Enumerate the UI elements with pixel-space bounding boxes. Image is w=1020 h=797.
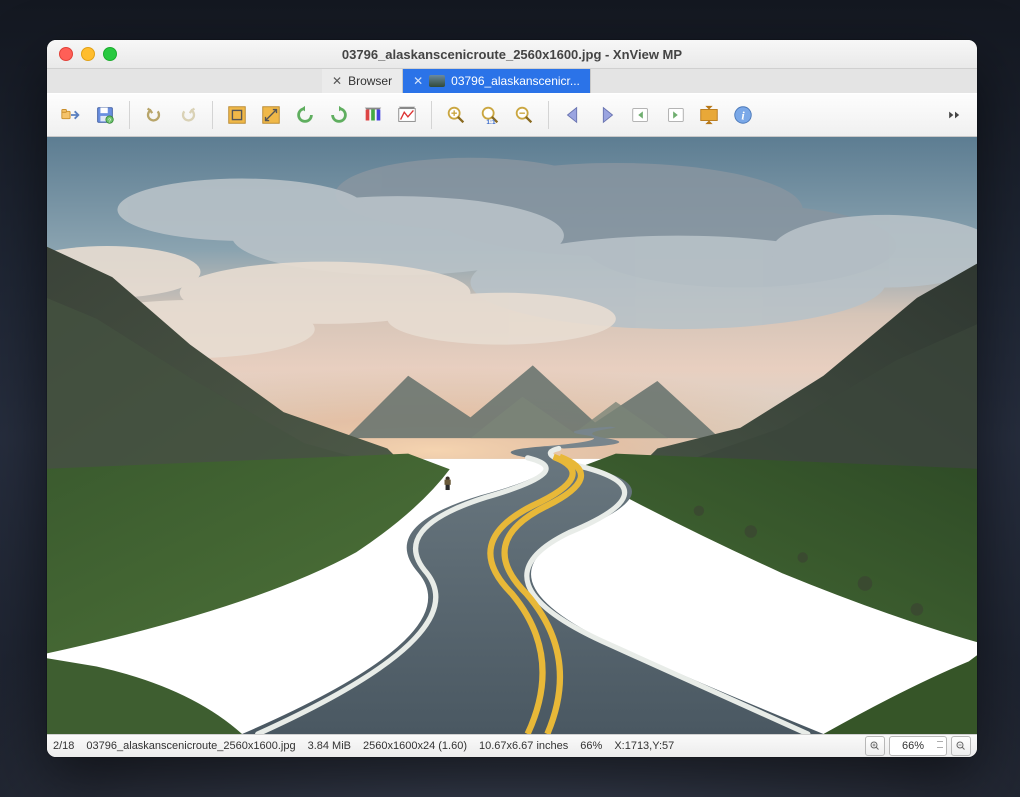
toolbar-separator	[212, 101, 213, 129]
status-dimensions: 2560x1600x24 (1.60)	[363, 740, 467, 752]
window-title: 03796_alaskanscenicroute_2560x1600.jpg -…	[47, 47, 977, 62]
zoom-actual-button[interactable]: 1:1	[476, 101, 504, 129]
resize-button[interactable]	[257, 101, 285, 129]
zoom-out-button[interactable]	[510, 101, 538, 129]
color-adjust-button[interactable]	[359, 101, 387, 129]
last-image-button[interactable]	[661, 101, 689, 129]
svg-text:1:1: 1:1	[486, 119, 496, 126]
status-filename: 03796_alaskanscenicroute_2560x1600.jpg	[86, 740, 295, 752]
browser-button[interactable]	[57, 101, 85, 129]
app-window: 03796_alaskanscenicroute_2560x1600.jpg -…	[47, 40, 977, 757]
svg-text:?: ?	[108, 118, 111, 124]
crop-button[interactable]	[223, 101, 251, 129]
save-button[interactable]: ?	[91, 101, 119, 129]
displayed-image	[47, 137, 977, 734]
rotate-left-button[interactable]	[291, 101, 319, 129]
minimize-window-button[interactable]	[81, 47, 95, 61]
status-filesize: 3.84 MiB	[308, 740, 351, 752]
status-zoom: 66%	[580, 740, 602, 752]
close-window-button[interactable]	[59, 47, 73, 61]
tab-bar: ✕ Browser ✕ 03796_alaskanscenicr...	[47, 69, 977, 93]
toolbar: ? 1:1 i	[47, 93, 977, 137]
titlebar[interactable]: 03796_alaskanscenicroute_2560x1600.jpg -…	[47, 40, 977, 69]
desktop-background: 03796_alaskanscenicroute_2560x1600.jpg -…	[0, 0, 1020, 797]
levels-button[interactable]	[393, 101, 421, 129]
zoom-controls: 66%	[865, 736, 971, 756]
toolbar-separator	[548, 101, 549, 129]
status-cursor-pos: X:1713,Y:57	[614, 740, 674, 752]
first-image-button[interactable]	[627, 101, 655, 129]
fullscreen-button[interactable]	[695, 101, 723, 129]
tab-browser[interactable]: ✕ Browser	[322, 69, 403, 93]
tab-label: 03796_alaskanscenicr...	[451, 74, 580, 88]
close-tab-icon[interactable]: ✕	[413, 74, 423, 88]
tab-image-active[interactable]: ✕ 03796_alaskanscenicr...	[403, 69, 591, 93]
status-print-size: 10.67x6.67 inches	[479, 740, 568, 752]
prev-image-button[interactable]	[559, 101, 587, 129]
redo-button[interactable]	[174, 101, 202, 129]
status-zoom-in-button[interactable]	[865, 736, 885, 756]
status-zoom-out-button[interactable]	[951, 736, 971, 756]
toolbar-overflow-button[interactable]	[943, 103, 967, 127]
tab-thumbnail-icon	[429, 75, 445, 87]
close-tab-icon[interactable]: ✕	[332, 74, 342, 88]
zoom-in-button[interactable]	[442, 101, 470, 129]
info-button[interactable]: i	[729, 101, 757, 129]
maximize-window-button[interactable]	[103, 47, 117, 61]
status-image-index: 2/18	[53, 740, 74, 752]
tab-label: Browser	[348, 74, 392, 88]
next-image-button[interactable]	[593, 101, 621, 129]
toolbar-separator	[431, 101, 432, 129]
traffic-lights	[59, 47, 117, 61]
undo-button[interactable]	[140, 101, 168, 129]
image-viewport[interactable]	[47, 137, 977, 734]
toolbar-separator	[129, 101, 130, 129]
rotate-right-button[interactable]	[325, 101, 353, 129]
zoom-level-field[interactable]: 66%	[889, 736, 947, 756]
status-bar: 2/18 03796_alaskanscenicroute_2560x1600.…	[47, 734, 977, 757]
